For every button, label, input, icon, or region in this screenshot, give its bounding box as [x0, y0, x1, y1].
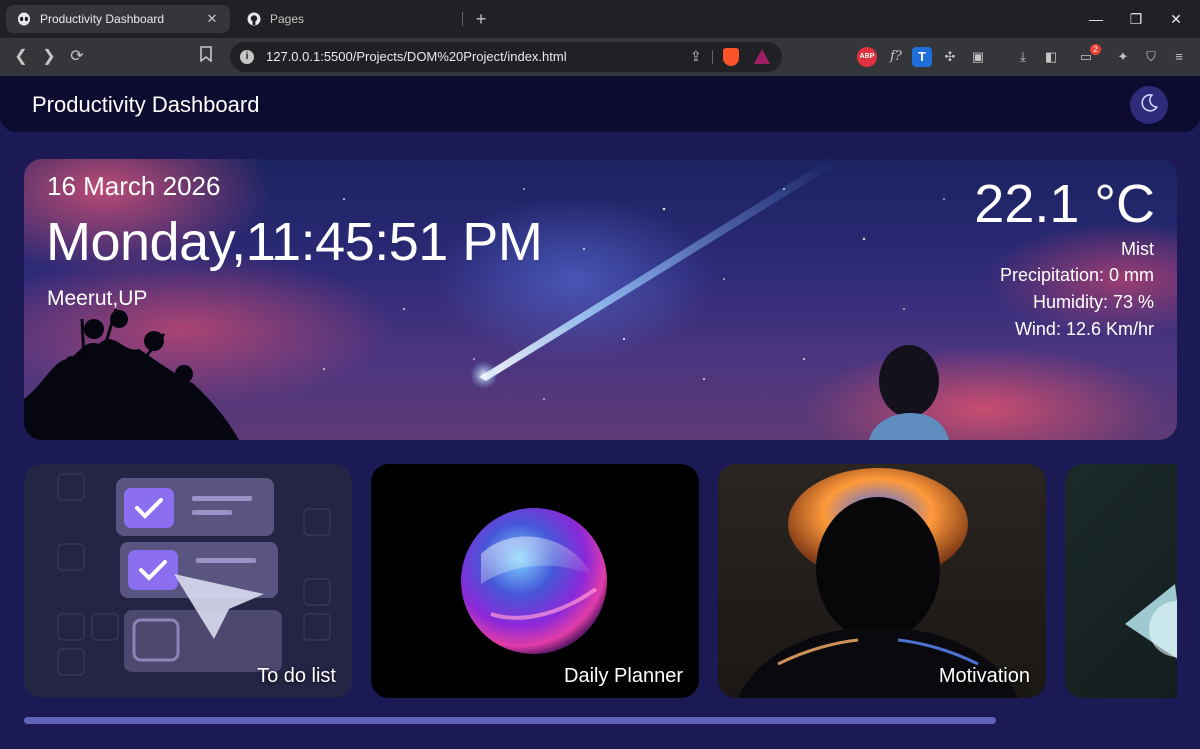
checklist-illustration	[57, 473, 331, 676]
current-location: Meerut,UP	[47, 287, 148, 310]
close-window-icon[interactable]: ✕	[1156, 6, 1196, 32]
browser-tab-active[interactable]: Productivity Dashboard ✕	[6, 5, 230, 33]
lamp-illustration	[1125, 584, 1177, 659]
github-icon	[246, 11, 262, 27]
motivation-card[interactable]: Motivation	[718, 464, 1046, 698]
alien-icon	[16, 11, 32, 27]
address-bar[interactable]: i 127.0.0.1:5500/Projects/DOM%20Project/…	[230, 42, 782, 72]
leo-ai-icon[interactable]: ✦	[1113, 47, 1133, 67]
extensions-puzzle-icon[interactable]: ✣	[940, 47, 960, 67]
browser-toolbar: ❮ ❯ ⟳ i 127.0.0.1:5500/Projects/DOM%20Pr…	[0, 38, 1200, 76]
function-icon[interactable]: f?	[886, 47, 906, 67]
card-label: Motivation	[938, 665, 1030, 687]
minimize-icon[interactable]: —	[1076, 6, 1116, 32]
site-info-icon[interactable]: i	[240, 50, 254, 64]
adblock-icon[interactable]: ABP	[857, 47, 877, 67]
back-icon[interactable]: ❮	[10, 46, 32, 68]
wind-speed: Wind: 12.6 Km/hr	[1014, 319, 1154, 339]
precipitation: Precipitation: 0 mm	[999, 265, 1154, 285]
tab-title: Pages	[270, 12, 305, 26]
translate-t-icon[interactable]: T	[912, 47, 932, 67]
portrait-illustration	[738, 468, 1018, 698]
partial-card[interactable]	[1065, 464, 1177, 698]
hero-banner: 16 March 2026 Monday,11:45:51 PM Meerut,…	[24, 159, 1177, 440]
tab-divider	[462, 12, 463, 26]
current-date: 16 March 2026	[47, 171, 221, 201]
close-tab-icon[interactable]: ✕	[204, 11, 220, 27]
temperature: 22.1 °C	[974, 174, 1155, 234]
daily-planner-card[interactable]: Daily Planner	[371, 464, 699, 698]
current-day-time: Monday,11:45:51 PM	[46, 212, 543, 272]
menu-icon[interactable]: ≡	[1169, 47, 1189, 67]
brave-rewards-icon[interactable]	[754, 49, 770, 64]
tab-title: Productivity Dashboard	[40, 12, 165, 26]
omnibox-divider	[712, 50, 713, 64]
dashboard-page: Productivity Dashboard 16 March 2026 Mon…	[0, 76, 1200, 749]
sidebar-icon[interactable]: ◧	[1041, 47, 1061, 67]
moon-icon	[1139, 93, 1159, 118]
brave-shields-icon[interactable]	[723, 48, 739, 66]
feature-cards: To do list Daily Planner Motivation	[24, 464, 1177, 698]
horizontal-scrollbar[interactable]	[24, 717, 996, 724]
bookmark-icon[interactable]	[200, 46, 214, 66]
download-icon[interactable]: ⤓	[1013, 47, 1033, 67]
browser-tab-strip: Productivity Dashboard ✕ Pages + — ❐ ✕	[0, 0, 1200, 38]
todo-card[interactable]: To do list	[24, 464, 352, 698]
girl-silhouette	[869, 345, 949, 440]
browser-tab-pages[interactable]: Pages	[236, 5, 460, 33]
app-title: Productivity Dashboard	[32, 92, 260, 117]
notification-badge: 2	[1090, 44, 1101, 55]
new-tab-button[interactable]: +	[470, 8, 492, 30]
card-label: To do list	[257, 665, 336, 687]
humidity: Humidity: 73 %	[1032, 292, 1154, 312]
forward-icon[interactable]: ❯	[38, 46, 60, 68]
restore-icon[interactable]: ❐	[1116, 6, 1156, 32]
vpn-shield-icon[interactable]: ⛉	[1141, 47, 1161, 67]
card-label: Daily Planner	[564, 665, 683, 687]
weather-condition: Mist	[1121, 239, 1154, 259]
theme-toggle-button[interactable]	[1130, 86, 1168, 124]
orb-illustration	[461, 508, 607, 654]
url-text[interactable]: 127.0.0.1:5500/Projects/DOM%20Project/in…	[266, 49, 567, 64]
reload-icon[interactable]: ⟳	[66, 46, 88, 68]
app-header: Productivity Dashboard	[0, 76, 1200, 132]
screenshot-icon[interactable]: ▣	[968, 47, 988, 67]
share-icon[interactable]: ⇪	[690, 48, 702, 65]
